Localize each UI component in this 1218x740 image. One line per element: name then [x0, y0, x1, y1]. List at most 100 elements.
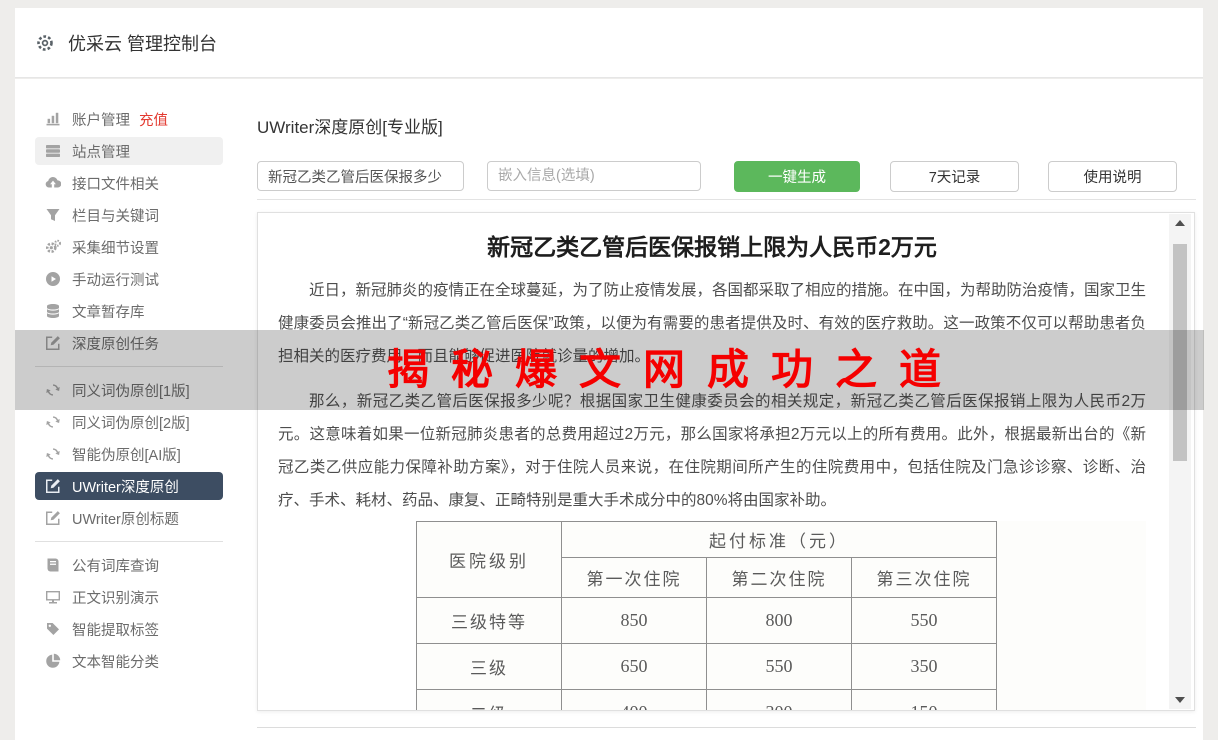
sidebar-item[interactable]: 采集细节设置 — [35, 233, 223, 261]
sidebar-item-label: 同义词伪原创[2版] — [72, 415, 190, 432]
sidebar-group-divider — [35, 541, 223, 542]
table-row: 三级特等 850 800 550 — [416, 597, 997, 644]
app-header: 优采云 管理控制台 — [15, 8, 1203, 78]
app-title: 优采云 管理控制台 — [68, 33, 218, 54]
sidebar-item-label: 站点管理 — [72, 144, 130, 161]
table-cell: 三级 — [416, 643, 562, 690]
filter-icon — [45, 207, 61, 223]
help-button[interactable]: 使用说明 — [1048, 161, 1177, 192]
sync-icon — [45, 446, 61, 462]
edit-icon — [45, 335, 61, 351]
play-icon — [45, 271, 61, 287]
sidebar-item[interactable]: 正文识别演示 — [35, 583, 223, 611]
table-cell: 二级 — [416, 689, 562, 710]
scrollbar-thumb[interactable] — [1173, 244, 1187, 461]
article-paragraph: 近日，新冠肺炎的疫情正在全球蔓延，为了防止疫情发展，各国都采取了相应的措施。在中… — [278, 282, 1147, 365]
sidebar-item-label: UWriter深度原创 — [72, 479, 179, 496]
bar-chart-icon — [45, 111, 61, 127]
table-cell: 第一次住院 — [561, 557, 707, 598]
article: 新冠乙类乙管后医保报销上限为人民币2万元 近日，新冠肺炎的疫情正在全球蔓延，为了… — [258, 228, 1194, 710]
main-content: UWriter深度原创[专业版] 一键生成 7天记录 使用说明 新冠乙类乙管后医… — [257, 79, 1203, 740]
pie-chart-icon — [45, 653, 61, 669]
generate-button[interactable]: 一键生成 — [734, 161, 860, 192]
preview-scrollbar[interactable] — [1169, 214, 1191, 709]
sidebar-item-label: 采集细节设置 — [72, 240, 159, 257]
sidebar-item-label: 账户管理 — [72, 112, 130, 129]
sidebar-item[interactable]: 站点管理 — [35, 137, 223, 165]
sidebar-item[interactable]: 深度原创任务 — [35, 329, 223, 357]
body-card: 账户管理 充值 站点管理 接口文件相关 栏目与关键词 采集细节设置 手动运行测试 文章暂存库深… — [15, 79, 1203, 740]
sidebar-item[interactable]: UWriter深度原创 — [35, 472, 223, 500]
sidebar-item-label: 接口文件相关 — [72, 176, 159, 193]
sidebar-item[interactable]: 公有词库查询 — [35, 551, 223, 579]
table-cell: 150 — [851, 689, 997, 710]
gears-icon — [45, 239, 61, 255]
sidebar-item-label: 栏目与关键词 — [72, 208, 159, 225]
sidebar-item-label: 手动运行测试 — [72, 272, 159, 289]
article-table: 医院级别 起付标准（元） 第一次住院 第二次住院 第三次住院 三级特等 850 800 550 三… — [416, 521, 1146, 710]
scroll-up-icon[interactable] — [1169, 214, 1191, 232]
sidebar-item-label: 正文识别演示 — [72, 590, 159, 607]
page-title: UWriter深度原创[专业版] — [257, 118, 443, 137]
article-paragraphs: 近日，新冠肺炎的疫情正在全球蔓延，为了防止疫情发展，各国都采取了相应的措施。在中… — [278, 274, 1146, 517]
database-icon — [45, 303, 61, 319]
table-cell: 650 — [561, 643, 707, 690]
sidebar-item[interactable]: 文本智能分类 — [35, 647, 223, 675]
article-title: 新冠乙类乙管后医保报销上限为人民币2万元 — [487, 234, 937, 260]
book-icon — [45, 557, 61, 573]
sidebar-item-label: 智能提取标签 — [72, 622, 159, 639]
table-cell: 550 — [851, 597, 997, 644]
edit-icon — [45, 478, 61, 494]
sidebar-groups: 账户管理 充值 站点管理 接口文件相关 栏目与关键词 采集细节设置 手动运行测试 文章暂存库深… — [15, 105, 242, 675]
keyword-input[interactable] — [257, 161, 464, 191]
sidebar-item[interactable]: 文章暂存库 — [35, 297, 223, 325]
sidebar-item[interactable]: 手动运行测试 — [35, 265, 223, 293]
sidebar-item[interactable]: 同义词伪原创[1版] — [35, 376, 223, 404]
sidebar-group-divider — [35, 366, 223, 367]
sidebar-item-label: 文章暂存库 — [72, 304, 145, 321]
table-cell: 三级特等 — [416, 597, 562, 644]
table-row: 三级 650 550 350 — [416, 643, 997, 690]
table-cell: 800 — [706, 597, 852, 644]
sidebar-item[interactable]: UWriter原创标题 — [35, 504, 223, 532]
records-7day-button[interactable]: 7天记录 — [890, 161, 1019, 192]
article-preview-panel[interactable]: 新冠乙类乙管后医保报销上限为人民币2万元 近日，新冠肺炎的疫情正在全球蔓延，为了… — [257, 212, 1195, 711]
table-cell: 400 — [561, 689, 707, 710]
cloud-upload-icon — [45, 175, 61, 191]
sidebar-item-label: 同义词伪原创[1版] — [72, 383, 190, 400]
table-cell: 第二次住院 — [706, 557, 852, 598]
sidebar-item[interactable]: 智能提取标签 — [35, 615, 223, 643]
table-cell: 第三次住院 — [851, 557, 997, 598]
monitor-icon — [45, 589, 61, 605]
divider-top — [257, 199, 1196, 200]
recharge-badge[interactable]: 充值 — [139, 109, 168, 130]
sync-icon — [45, 382, 61, 398]
sidebar-item-label: 智能伪原创[AI版] — [72, 447, 181, 464]
edit-icon — [45, 510, 61, 526]
sidebar-item[interactable]: 账户管理 充值 — [35, 105, 223, 133]
article-paragraph: 那么，新冠乙类乙管后医保报多少呢？根据国家卫生健康委员会的相关规定，新冠乙类乙管… — [278, 393, 1146, 509]
sidebar-item[interactable]: 接口文件相关 — [35, 169, 223, 197]
table-cell: 550 — [706, 643, 852, 690]
sync-icon — [45, 414, 61, 430]
sidebar-item-label: UWriter原创标题 — [72, 511, 179, 528]
sidebar-item-label: 公有词库查询 — [72, 558, 159, 575]
embed-info-input[interactable] — [487, 161, 701, 191]
sidebar: 账户管理 充值 站点管理 接口文件相关 栏目与关键词 采集细节设置 手动运行测试 文章暂存库深… — [15, 79, 242, 740]
table-cell: 850 — [561, 597, 707, 644]
table-cell: 起付标准（元） — [561, 521, 997, 558]
sidebar-item-label: 深度原创任务 — [72, 336, 159, 353]
sidebar-item[interactable]: 智能伪原创[AI版] — [35, 440, 223, 468]
site-list-icon — [45, 143, 61, 159]
divider-bottom — [257, 727, 1196, 728]
gear-icon — [35, 33, 55, 53]
scroll-down-icon[interactable] — [1169, 691, 1191, 709]
sidebar-item[interactable]: 同义词伪原创[2版] — [35, 408, 223, 436]
table-cell: 300 — [706, 689, 852, 710]
table-cell: 350 — [851, 643, 997, 690]
table-row: 二级400300150 — [416, 689, 997, 710]
sidebar-item-label: 文本智能分类 — [72, 654, 159, 671]
table-cell: 医院级别 — [416, 521, 562, 598]
screen: 优采云 管理控制台 账户管理 充值 站点管理 接口文件相关 栏目与关键词 采集细节设置 手动… — [0, 0, 1218, 740]
sidebar-item[interactable]: 栏目与关键词 — [35, 201, 223, 229]
